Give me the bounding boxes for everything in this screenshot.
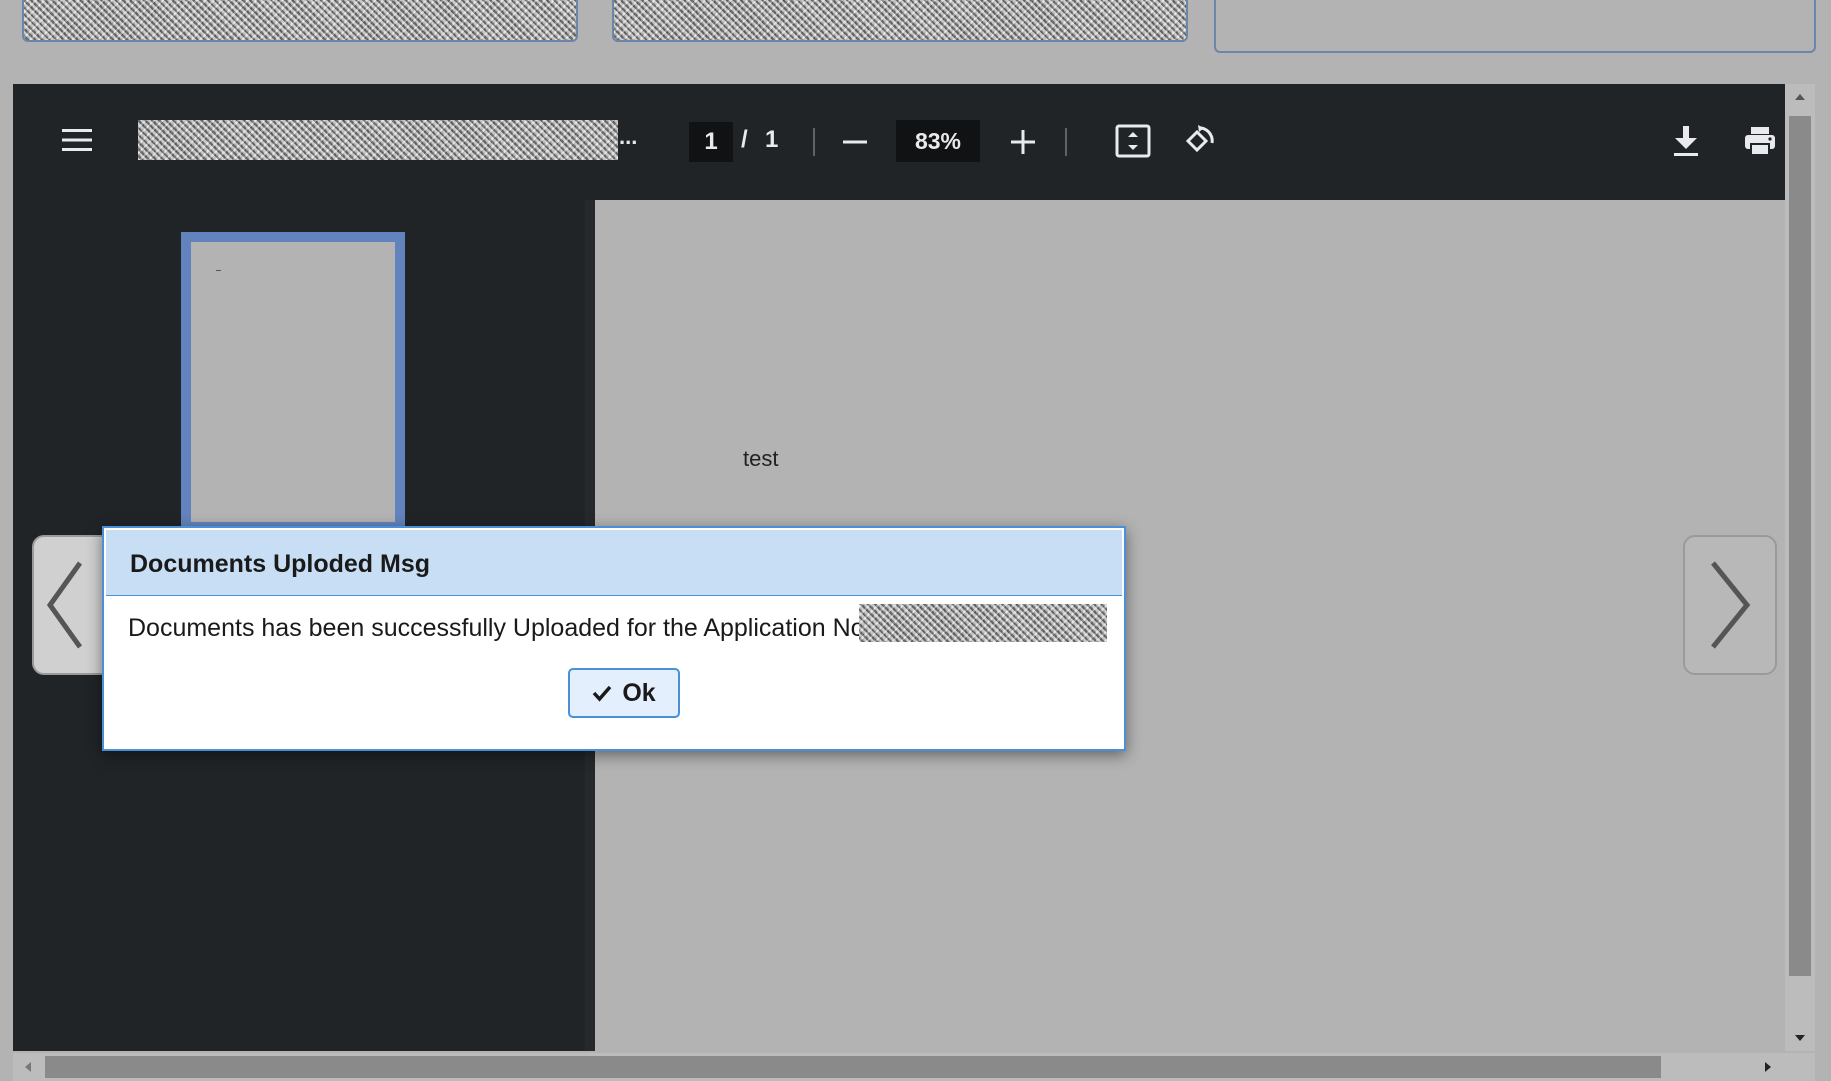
download-icon[interactable]	[1666, 120, 1706, 162]
scroll-up-arrow-icon[interactable]	[1785, 84, 1815, 110]
horizontal-scroll-thumb[interactable]	[45, 1056, 1661, 1078]
page-thumbnail[interactable]	[181, 232, 405, 532]
zoom-input[interactable]	[896, 120, 980, 162]
ok-button[interactable]: Ok	[568, 668, 680, 718]
horizontal-scrollbar[interactable]	[13, 1053, 1815, 1081]
ok-button-label: Ok	[622, 678, 656, 707]
chevron-right-icon	[1711, 561, 1751, 649]
chevron-left-icon	[46, 561, 83, 649]
form-field[interactable]	[1214, 0, 1816, 53]
title-ellipsis: ...	[619, 124, 638, 149]
thumbnail-text-mark	[216, 270, 221, 271]
toolbar-divider	[813, 128, 815, 156]
dialog-title: Documents Uploded Msg	[130, 550, 431, 578]
vertical-scroll-thumb[interactable]	[1789, 116, 1811, 976]
page-separator: /	[741, 126, 748, 153]
redacted-form-field[interactable]	[22, 0, 578, 42]
scroll-right-arrow-icon[interactable]	[1753, 1053, 1783, 1081]
pdf-toolbar: ... / 1	[13, 84, 1785, 200]
dialog-header: Documents Uploded Msg	[106, 530, 1122, 596]
page-number-input[interactable]	[689, 122, 733, 162]
minus-icon[interactable]	[835, 122, 875, 162]
redacted-document-title	[138, 120, 618, 160]
document-text: test	[743, 446, 779, 471]
scrollbar-corner	[1785, 1053, 1815, 1081]
print-icon[interactable]	[1740, 120, 1780, 162]
upload-success-dialog: Documents Uploded Msg Documents has been…	[102, 526, 1126, 751]
rotate-icon[interactable]	[1179, 120, 1219, 162]
next-button[interactable]	[1683, 535, 1777, 675]
page-total: 1	[765, 126, 779, 153]
check-icon	[593, 685, 612, 702]
dialog-message: Documents has been successfully Uploaded…	[128, 614, 865, 642]
vertical-scrollbar[interactable]	[1785, 84, 1815, 1051]
redacted-form-field[interactable]	[612, 0, 1188, 42]
menu-icon[interactable]	[57, 120, 97, 160]
toolbar-divider	[1065, 128, 1067, 156]
redacted-application-number	[859, 604, 1107, 642]
scroll-down-arrow-icon[interactable]	[1785, 1025, 1815, 1051]
fit-to-page-icon[interactable]	[1113, 120, 1153, 162]
plus-icon[interactable]	[1003, 122, 1043, 162]
scroll-left-arrow-icon[interactable]	[13, 1053, 43, 1081]
